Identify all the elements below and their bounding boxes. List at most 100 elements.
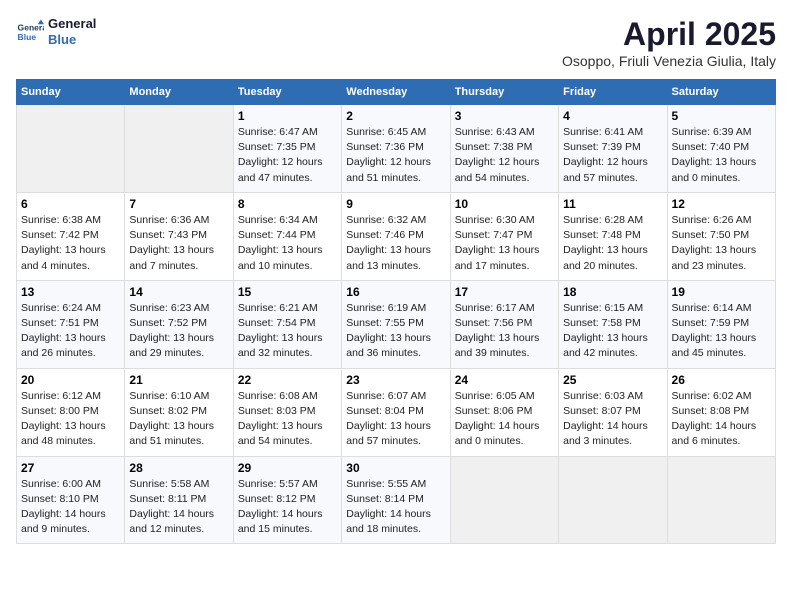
- day-info: Sunrise: 6:36 AM Sunset: 7:43 PM Dayligh…: [129, 213, 228, 274]
- day-number: 9: [346, 197, 445, 211]
- day-info: Sunrise: 6:19 AM Sunset: 7:55 PM Dayligh…: [346, 301, 445, 362]
- day-info: Sunrise: 6:03 AM Sunset: 8:07 PM Dayligh…: [563, 389, 662, 450]
- day-info: Sunrise: 6:47 AM Sunset: 7:35 PM Dayligh…: [238, 125, 337, 186]
- calendar-cell: 1 Sunrise: 6:47 AM Sunset: 7:35 PM Daylig…: [233, 105, 341, 193]
- calendar-cell: 29 Sunrise: 5:57 AM Sunset: 8:12 PM Dayli…: [233, 456, 341, 544]
- calendar-cell: 11 Sunrise: 6:28 AM Sunset: 7:48 PM Dayli…: [559, 192, 667, 280]
- day-info: Sunrise: 5:57 AM Sunset: 8:12 PM Dayligh…: [238, 477, 337, 538]
- day-info: Sunrise: 6:15 AM Sunset: 7:58 PM Dayligh…: [563, 301, 662, 362]
- day-info: Sunrise: 6:41 AM Sunset: 7:39 PM Dayligh…: [563, 125, 662, 186]
- logo: General Blue General Blue: [16, 16, 96, 47]
- day-info: Sunrise: 6:14 AM Sunset: 7:59 PM Dayligh…: [672, 301, 771, 362]
- calendar-cell: 6 Sunrise: 6:38 AM Sunset: 7:42 PM Daylig…: [17, 192, 125, 280]
- day-number: 10: [455, 197, 554, 211]
- calendar-cell: 12 Sunrise: 6:26 AM Sunset: 7:50 PM Dayli…: [667, 192, 775, 280]
- day-info: Sunrise: 6:10 AM Sunset: 8:02 PM Dayligh…: [129, 389, 228, 450]
- day-number: 24: [455, 373, 554, 387]
- weekday-header: Sunday: [17, 80, 125, 105]
- logo-text: General Blue: [48, 16, 96, 47]
- calendar-cell: 4 Sunrise: 6:41 AM Sunset: 7:39 PM Daylig…: [559, 105, 667, 193]
- day-info: Sunrise: 6:39 AM Sunset: 7:40 PM Dayligh…: [672, 125, 771, 186]
- day-number: 23: [346, 373, 445, 387]
- calendar-cell: 24 Sunrise: 6:05 AM Sunset: 8:06 PM Dayli…: [450, 368, 558, 456]
- day-number: 21: [129, 373, 228, 387]
- calendar-week-row: 13Sunrise: 6:24 AM Sunset: 7:51 PM Dayli…: [17, 280, 776, 368]
- calendar-cell: 7 Sunrise: 6:36 AM Sunset: 7:43 PM Daylig…: [125, 192, 233, 280]
- weekday-header: Friday: [559, 80, 667, 105]
- day-info: Sunrise: 6:32 AM Sunset: 7:46 PM Dayligh…: [346, 213, 445, 274]
- page-header: General Blue General Blue April 2025 Oso…: [16, 16, 776, 69]
- calendar-cell: 15 Sunrise: 6:21 AM Sunset: 7:54 PM Dayli…: [233, 280, 341, 368]
- day-info: Sunrise: 6:21 AM Sunset: 7:54 PM Dayligh…: [238, 301, 337, 362]
- day-number: 27: [21, 461, 120, 475]
- weekday-header: Saturday: [667, 80, 775, 105]
- calendar-cell: 5 Sunrise: 6:39 AM Sunset: 7:40 PM Daylig…: [667, 105, 775, 193]
- calendar-cell: [667, 456, 775, 544]
- day-info: Sunrise: 6:23 AM Sunset: 7:52 PM Dayligh…: [129, 301, 228, 362]
- calendar-subtitle: Osoppo, Friuli Venezia Giulia, Italy: [562, 53, 776, 69]
- logo-icon: General Blue: [16, 18, 44, 46]
- day-number: 22: [238, 373, 337, 387]
- calendar-cell: 9 Sunrise: 6:32 AM Sunset: 7:46 PM Daylig…: [342, 192, 450, 280]
- weekday-header: Tuesday: [233, 80, 341, 105]
- calendar-week-row: 1 Sunrise: 6:47 AM Sunset: 7:35 PM Daylig…: [17, 105, 776, 193]
- day-info: Sunrise: 6:05 AM Sunset: 8:06 PM Dayligh…: [455, 389, 554, 450]
- calendar-week-row: 6 Sunrise: 6:38 AM Sunset: 7:42 PM Daylig…: [17, 192, 776, 280]
- day-info: Sunrise: 6:34 AM Sunset: 7:44 PM Dayligh…: [238, 213, 337, 274]
- calendar-table: SundayMondayTuesdayWednesdayThursdayFrid…: [16, 79, 776, 544]
- calendar-cell: [17, 105, 125, 193]
- calendar-cell: 27 Sunrise: 6:00 AM Sunset: 8:10 PM Dayli…: [17, 456, 125, 544]
- day-info: Sunrise: 6:38 AM Sunset: 7:42 PM Dayligh…: [21, 213, 120, 274]
- day-number: 6: [21, 197, 120, 211]
- day-number: 14: [129, 285, 228, 299]
- day-number: 30: [346, 461, 445, 475]
- calendar-cell: 28Sunrise: 5:58 AM Sunset: 8:11 PM Dayli…: [125, 456, 233, 544]
- calendar-cell: 22 Sunrise: 6:08 AM Sunset: 8:03 PM Dayli…: [233, 368, 341, 456]
- calendar-week-row: 20Sunrise: 6:12 AM Sunset: 8:00 PM Dayli…: [17, 368, 776, 456]
- day-info: Sunrise: 5:58 AM Sunset: 8:11 PM Dayligh…: [129, 477, 228, 538]
- weekday-header-row: SundayMondayTuesdayWednesdayThursdayFrid…: [17, 80, 776, 105]
- day-info: Sunrise: 6:24 AM Sunset: 7:51 PM Dayligh…: [21, 301, 120, 362]
- calendar-cell: 23 Sunrise: 6:07 AM Sunset: 8:04 PM Dayli…: [342, 368, 450, 456]
- day-info: Sunrise: 6:00 AM Sunset: 8:10 PM Dayligh…: [21, 477, 120, 538]
- day-number: 4: [563, 109, 662, 123]
- calendar-week-row: 27 Sunrise: 6:00 AM Sunset: 8:10 PM Dayli…: [17, 456, 776, 544]
- day-number: 2: [346, 109, 445, 123]
- day-number: 19: [672, 285, 771, 299]
- day-number: 18: [563, 285, 662, 299]
- day-number: 7: [129, 197, 228, 211]
- weekday-header: Wednesday: [342, 80, 450, 105]
- day-number: 8: [238, 197, 337, 211]
- calendar-cell: 18 Sunrise: 6:15 AM Sunset: 7:58 PM Dayli…: [559, 280, 667, 368]
- day-number: 29: [238, 461, 337, 475]
- calendar-cell: 19 Sunrise: 6:14 AM Sunset: 7:59 PM Dayli…: [667, 280, 775, 368]
- day-number: 5: [672, 109, 771, 123]
- day-info: Sunrise: 6:02 AM Sunset: 8:08 PM Dayligh…: [672, 389, 771, 450]
- day-info: Sunrise: 6:07 AM Sunset: 8:04 PM Dayligh…: [346, 389, 445, 450]
- calendar-cell: 26 Sunrise: 6:02 AM Sunset: 8:08 PM Dayli…: [667, 368, 775, 456]
- calendar-cell: 13Sunrise: 6:24 AM Sunset: 7:51 PM Dayli…: [17, 280, 125, 368]
- day-info: Sunrise: 6:17 AM Sunset: 7:56 PM Dayligh…: [455, 301, 554, 362]
- calendar-title: April 2025: [562, 16, 776, 53]
- day-info: Sunrise: 6:08 AM Sunset: 8:03 PM Dayligh…: [238, 389, 337, 450]
- calendar-cell: 14 Sunrise: 6:23 AM Sunset: 7:52 PM Dayli…: [125, 280, 233, 368]
- calendar-cell: 25 Sunrise: 6:03 AM Sunset: 8:07 PM Dayli…: [559, 368, 667, 456]
- day-number: 11: [563, 197, 662, 211]
- day-number: 15: [238, 285, 337, 299]
- day-number: 12: [672, 197, 771, 211]
- weekday-header: Monday: [125, 80, 233, 105]
- day-info: Sunrise: 6:28 AM Sunset: 7:48 PM Dayligh…: [563, 213, 662, 274]
- day-info: Sunrise: 6:30 AM Sunset: 7:47 PM Dayligh…: [455, 213, 554, 274]
- calendar-cell: [559, 456, 667, 544]
- calendar-cell: 17 Sunrise: 6:17 AM Sunset: 7:56 PM Dayli…: [450, 280, 558, 368]
- day-info: Sunrise: 6:26 AM Sunset: 7:50 PM Dayligh…: [672, 213, 771, 274]
- day-number: 1: [238, 109, 337, 123]
- calendar-cell: 30Sunrise: 5:55 AM Sunset: 8:14 PM Dayli…: [342, 456, 450, 544]
- day-number: 25: [563, 373, 662, 387]
- calendar-cell: 20Sunrise: 6:12 AM Sunset: 8:00 PM Dayli…: [17, 368, 125, 456]
- day-number: 26: [672, 373, 771, 387]
- day-info: Sunrise: 6:12 AM Sunset: 8:00 PM Dayligh…: [21, 389, 120, 450]
- day-number: 17: [455, 285, 554, 299]
- day-number: 3: [455, 109, 554, 123]
- calendar-cell: [125, 105, 233, 193]
